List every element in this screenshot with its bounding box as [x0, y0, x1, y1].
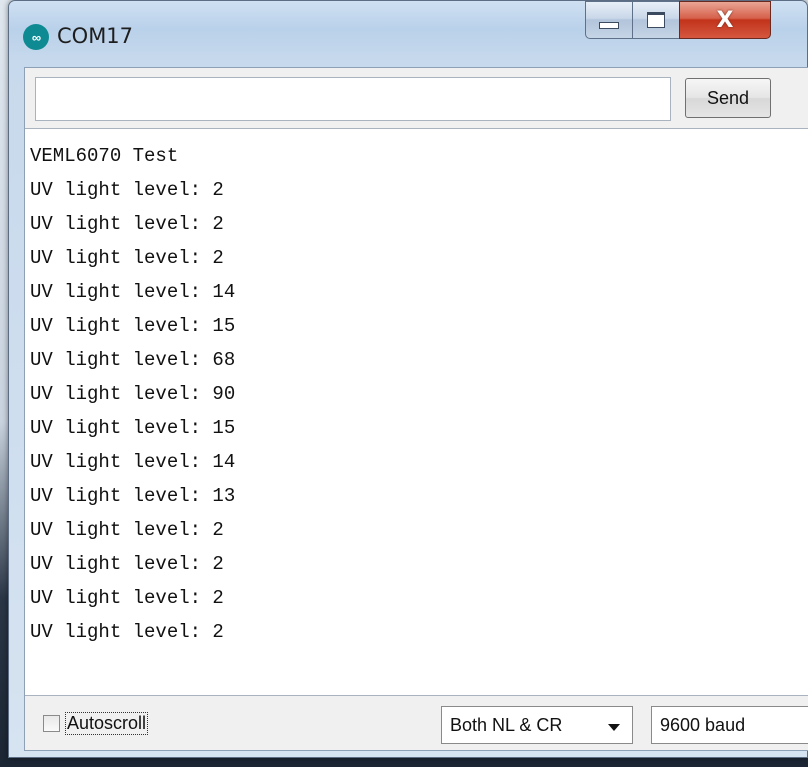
- close-button[interactable]: X: [679, 1, 771, 39]
- output-line: UV light level: 2: [30, 179, 224, 201]
- send-input[interactable]: [35, 77, 671, 121]
- output-line: UV light level: 13: [30, 485, 236, 507]
- output-line: UV light level: 14: [30, 451, 236, 473]
- send-button[interactable]: Send: [685, 78, 771, 118]
- arduino-icon: ∞: [23, 24, 49, 50]
- window-title: COM17: [57, 24, 134, 48]
- output-line: UV light level: 15: [30, 315, 236, 337]
- baud-rate-value: 9600 baud: [660, 715, 746, 735]
- client-area: Send VEML6070 Test UV light level: 2 UV li…: [24, 67, 808, 751]
- baud-rate-select[interactable]: 9600 baud: [651, 706, 808, 744]
- bottom-bar: Autoscroll Both NL & CR 9600 baud: [25, 696, 808, 750]
- serial-output[interactable]: VEML6070 Test UV light level: 2 UV light l…: [25, 128, 808, 696]
- autoscroll-checkbox[interactable]: [43, 715, 60, 732]
- autoscroll-label[interactable]: Autoscroll: [65, 712, 149, 735]
- minimize-icon: [599, 21, 619, 29]
- output-line: UV light level: 2: [30, 621, 224, 643]
- output-line: UV light level: 2: [30, 213, 224, 235]
- chevron-down-icon: [608, 724, 620, 731]
- close-icon: X: [716, 7, 734, 33]
- output-line: VEML6070 Test: [30, 145, 179, 167]
- minimize-button[interactable]: [585, 1, 633, 39]
- line-ending-value: Both NL & CR: [450, 715, 563, 735]
- serial-monitor-window: ∞ COM17 X Send VEML6070 Test UV light lev…: [8, 0, 808, 758]
- maximize-button[interactable]: [632, 1, 680, 39]
- maximize-icon: [647, 12, 665, 28]
- output-line: UV light level: 2: [30, 587, 224, 609]
- output-line: UV light level: 15: [30, 417, 236, 439]
- output-line: UV light level: 2: [30, 519, 224, 541]
- output-line: UV light level: 2: [30, 553, 224, 575]
- line-ending-select[interactable]: Both NL & CR: [441, 706, 633, 744]
- output-line: UV light level: 90: [30, 383, 236, 405]
- title-bar[interactable]: ∞ COM17 X: [9, 1, 807, 73]
- output-line: UV light level: 68: [30, 349, 236, 371]
- output-line: UV light level: 14: [30, 281, 236, 303]
- output-line: UV light level: 2: [30, 247, 224, 269]
